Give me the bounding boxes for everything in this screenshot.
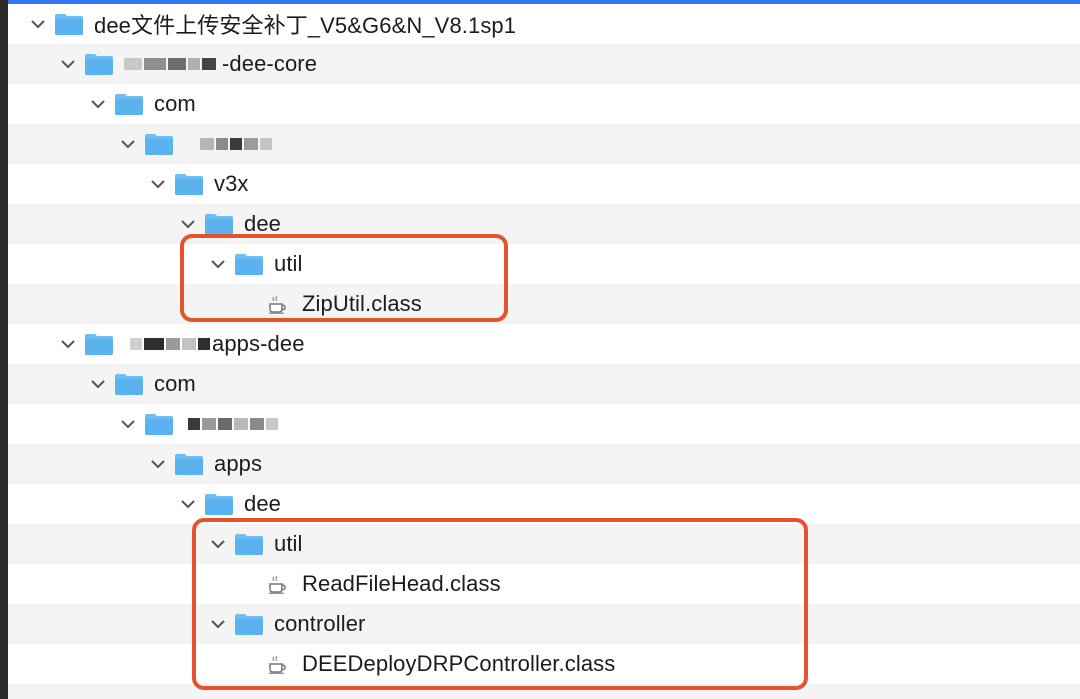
tree-row-apps-redacted[interactable] <box>8 404 1080 444</box>
chevron-down-icon[interactable] <box>150 176 166 192</box>
redacted-text <box>124 58 218 70</box>
folder-icon <box>145 414 173 435</box>
tree-label-apps-dee: dee <box>244 491 282 516</box>
tree-label-apps-com: com <box>154 371 196 396</box>
tree-row-apps-com[interactable]: com <box>8 364 1080 404</box>
redacted-text <box>130 338 212 350</box>
tree-label-core-v3x: v3x <box>214 171 249 196</box>
folder-icon <box>85 334 113 355</box>
tree-row-core-redacted[interactable] <box>8 124 1080 164</box>
folder-icon <box>115 94 143 115</box>
tree-row-core-com[interactable]: com <box>8 84 1080 124</box>
tree-row-core-dee[interactable]: dee <box>8 204 1080 244</box>
file-tree-window: dee文件上传安全补丁_V5&G6&N_V8.1sp1 -dee-core co… <box>8 0 1080 699</box>
chevron-down-icon[interactable] <box>30 16 46 32</box>
tree-label-root: dee文件上传安全补丁_V5&G6&N_V8.1sp1 <box>94 13 517 38</box>
highlight-box-apps-files <box>192 518 808 690</box>
chevron-down-icon[interactable] <box>120 136 136 152</box>
chevron-down-icon[interactable] <box>90 96 106 112</box>
chevron-down-icon[interactable] <box>90 376 106 392</box>
window-left-edge <box>0 0 8 699</box>
chevron-down-icon[interactable] <box>150 456 166 472</box>
folder-icon <box>205 494 233 515</box>
folder-icon <box>145 134 173 155</box>
chevron-down-icon[interactable] <box>60 336 76 352</box>
tree-row-apps-module[interactable]: apps-dee <box>8 324 1080 364</box>
tree-label-core-module: -dee-core <box>222 51 318 76</box>
tree-label-apps-module: apps-dee <box>212 331 305 356</box>
tree-row-core-util[interactable]: util <box>8 244 1080 284</box>
chevron-down-icon[interactable] <box>180 216 196 232</box>
folder-icon <box>115 374 143 395</box>
chevron-down-icon[interactable] <box>180 496 196 512</box>
folder-icon <box>55 14 83 35</box>
tree-row-root[interactable]: dee文件上传安全补丁_V5&G6&N_V8.1sp1 <box>8 4 1080 44</box>
redacted-text <box>200 138 274 150</box>
tree-row-core-v3x[interactable]: v3x <box>8 164 1080 204</box>
folder-icon <box>175 174 203 195</box>
tree-label-apps-apps: apps <box>214 451 263 476</box>
chevron-down-icon[interactable] <box>120 416 136 432</box>
folder-icon <box>205 214 233 235</box>
tree-row-core-zip[interactable]: ZipUtil.class <box>8 284 1080 324</box>
chevron-down-icon[interactable] <box>60 56 76 72</box>
tree-row-core-module[interactable]: -dee-core <box>8 44 1080 84</box>
tree-row-apps-apps[interactable]: apps <box>8 444 1080 484</box>
folder-icon <box>85 54 113 75</box>
tree-label-core-com: com <box>154 91 196 116</box>
redacted-text <box>188 418 280 430</box>
folder-icon <box>175 454 203 475</box>
highlight-box-core-util <box>180 234 508 322</box>
